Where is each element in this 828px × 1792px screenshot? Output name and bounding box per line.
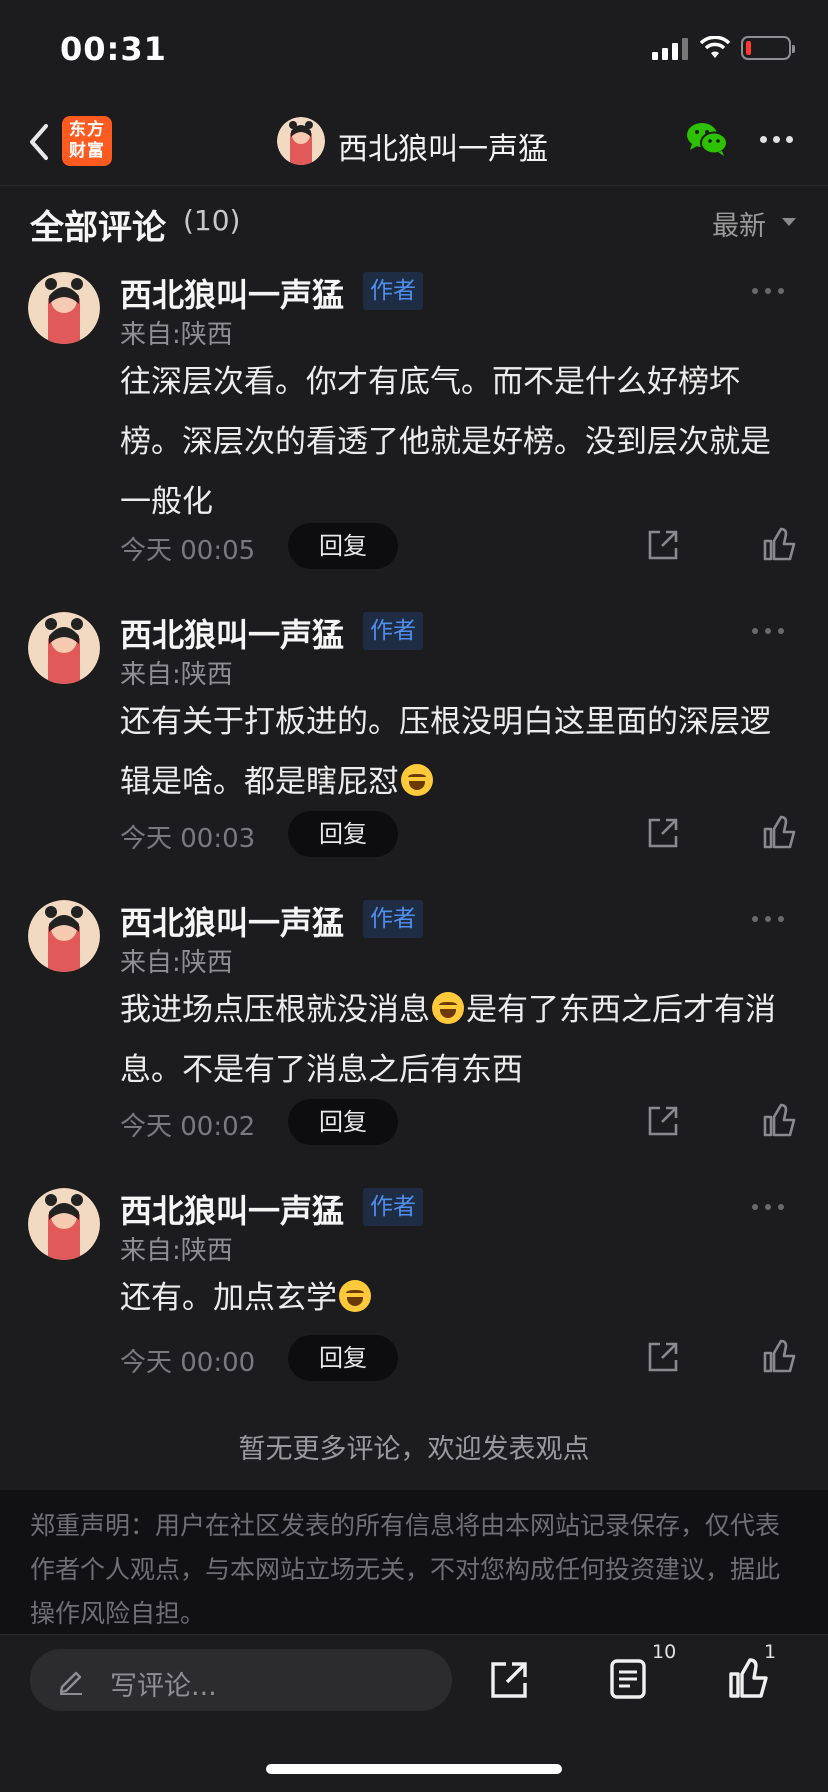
reply-button[interactable]: 回复: [288, 1335, 398, 1381]
laughing-tears-emoji-icon: [432, 992, 464, 1024]
thumbs-up-icon[interactable]: [728, 1657, 770, 1699]
reply-button[interactable]: 回复: [288, 523, 398, 569]
no-more-comments: 暂无更多评论，欢迎发表观点: [238, 1434, 590, 1465]
thumbs-up-icon[interactable]: [762, 1338, 798, 1374]
comment-item: 西北狼叫一声猛 作者 来自:陕西 还有关于打板进的。压根没明白这里面的深层逻辑是…: [0, 612, 828, 862]
comment-time: 今天 00:03: [120, 824, 256, 854]
like-count-badge: 1: [764, 1641, 777, 1663]
comment-more-icon[interactable]: [752, 1204, 786, 1212]
comments-list-icon[interactable]: [608, 1657, 648, 1701]
app-logo[interactable]: 东方 财富: [62, 116, 112, 166]
avatar[interactable]: [28, 1188, 100, 1260]
wifi-icon: [700, 36, 730, 58]
thumbs-up-icon[interactable]: [762, 814, 798, 850]
share-icon[interactable]: [646, 816, 680, 850]
author-badge: 作者: [363, 612, 423, 650]
laughing-tears-emoji-icon: [339, 1280, 371, 1312]
comment-text: 还有关于打板进的。压根没明白这里面的深层逻辑是啥。都是瞎屁怼: [120, 692, 780, 812]
comment-more-icon[interactable]: [752, 288, 786, 296]
app-logo-line2: 财富: [69, 141, 105, 161]
author-badge: 作者: [363, 1188, 423, 1226]
status-time: 00:31: [60, 30, 167, 68]
write-comment-input[interactable]: 写评论...: [30, 1649, 452, 1711]
status-bar: 00:31: [0, 0, 828, 100]
comment-item: 西北狼叫一声猛 作者 来自:陕西 还有。加点玄学 今天 00:00 回复: [0, 1188, 828, 1388]
share-icon[interactable]: [646, 1340, 680, 1374]
thumbs-up-icon[interactable]: [762, 526, 798, 562]
comment-item: 西北狼叫一声猛 作者 来自:陕西 往深层次看。你才有底气。而不是什么好榜坏榜。深…: [0, 272, 828, 572]
comment-text-part: 还有。加点玄学: [120, 1280, 337, 1316]
author-avatar[interactable]: [277, 117, 325, 165]
comment-location: 来自:陕西: [120, 948, 233, 978]
share-icon[interactable]: [646, 1104, 680, 1138]
comment-count-badge: 10: [652, 1641, 677, 1663]
reply-button[interactable]: 回复: [288, 1099, 398, 1145]
wechat-icon[interactable]: [686, 120, 728, 158]
author-badge: 作者: [363, 900, 423, 938]
home-indicator[interactable]: [266, 1764, 562, 1774]
back-chevron-icon[interactable]: [24, 120, 54, 164]
comment-text: 我进场点压根就没消息 是有了东西之后才有消息。不是有了消息之后有东西: [120, 980, 780, 1100]
comment-time: 今天 00:05: [120, 536, 256, 566]
nav-title: 西北狼叫一声猛: [338, 132, 548, 167]
comment-more-icon[interactable]: [752, 628, 786, 636]
disclaimer-text: 郑重声明：用户在社区发表的所有信息将由本网站记录保存，仅代表作者个人观点，与本网…: [30, 1511, 781, 1628]
nav-bar: 东方 财富 西北狼叫一声猛: [0, 100, 828, 186]
comment-time: 今天 00:00: [120, 1348, 256, 1378]
comment-location: 来自:陕西: [120, 1236, 233, 1266]
cellular-signal-icon: [652, 38, 688, 60]
section-title: 全部评论: [30, 208, 166, 248]
author-badge: 作者: [363, 272, 423, 310]
comment-text-part: 还有关于打板进的。压根没明白这里面的深层逻辑是啥。都是瞎屁怼: [120, 704, 771, 800]
comment-text: 还有。加点玄学: [120, 1268, 780, 1328]
comment-text: 往深层次看。你才有底气。而不是什么好榜坏榜。深层次的看透了他就是好榜。没到层次就…: [120, 364, 771, 520]
avatar[interactable]: [28, 272, 100, 344]
pen-icon: [59, 1671, 82, 1695]
comment-more-icon[interactable]: [752, 916, 786, 924]
comment-input-placeholder: 写评论...: [110, 1671, 217, 1702]
comment-author[interactable]: 西北狼叫一声猛: [120, 270, 344, 316]
battery-level: [746, 41, 751, 55]
more-options-icon[interactable]: [760, 136, 794, 146]
disclaimer-panel: 郑重声明：用户在社区发表的所有信息将由本网站记录保存，仅代表作者个人观点，与本网…: [0, 1490, 828, 1634]
comment-item: 西北狼叫一声猛 作者 来自:陕西 我进场点压根就没消息 是有了东西之后才有消息。不…: [0, 900, 828, 1150]
comment-text-part: 我进场点压根就没消息: [120, 992, 430, 1028]
share-icon[interactable]: [646, 528, 680, 562]
reply-button[interactable]: 回复: [288, 811, 398, 857]
comment-count: (10): [183, 204, 241, 237]
comment-time: 今天 00:02: [120, 1112, 256, 1142]
comment-author[interactable]: 西北狼叫一声猛: [120, 610, 344, 656]
share-icon[interactable]: [488, 1659, 530, 1701]
caret-down-icon[interactable]: [782, 218, 796, 226]
thumbs-up-icon[interactable]: [762, 1102, 798, 1138]
avatar[interactable]: [28, 900, 100, 972]
comment-author[interactable]: 西北狼叫一声猛: [120, 1186, 344, 1232]
avatar[interactable]: [28, 612, 100, 684]
sort-button[interactable]: 最新: [712, 204, 766, 243]
app-logo-line1: 东方: [69, 120, 105, 140]
comment-author[interactable]: 西北狼叫一声猛: [120, 898, 344, 944]
laughing-tears-emoji-icon: [401, 764, 433, 796]
comment-location: 来自:陕西: [120, 660, 233, 690]
comment-location: 来自:陕西: [120, 320, 233, 350]
battery-icon: [741, 36, 795, 60]
